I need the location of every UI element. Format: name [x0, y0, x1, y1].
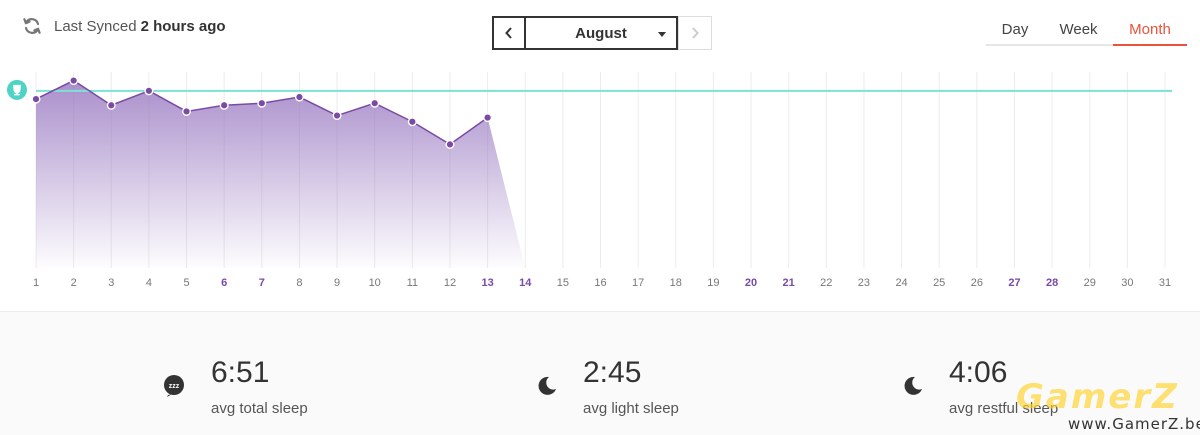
x-tick-label: 20: [745, 277, 757, 289]
data-point: [445, 139, 455, 149]
x-tick-label: 22: [820, 277, 832, 289]
data-point: [483, 113, 493, 123]
chevron-right-icon: [692, 27, 699, 39]
x-tick-label: 8: [296, 277, 302, 289]
watermark-url: www.GamerZ.be: [1068, 415, 1200, 433]
x-tick-label: 1: [33, 277, 39, 289]
x-tick-label: 30: [1121, 277, 1133, 289]
zzz-icon: zzz: [164, 375, 184, 397]
x-tick-label: 19: [707, 277, 719, 289]
caret-down-icon: [658, 32, 666, 37]
data-point: [370, 98, 380, 108]
x-tick-label: 10: [369, 277, 381, 289]
previous-month-button[interactable]: [492, 16, 526, 50]
data-point: [106, 100, 116, 110]
moon-icon: [538, 376, 556, 395]
sync-label: Last Synced: [54, 17, 137, 35]
svg-text:zzz: zzz: [169, 383, 180, 390]
x-tick-label: 17: [632, 277, 644, 289]
data-point: [219, 100, 229, 110]
x-tick-label: 31: [1159, 277, 1171, 289]
x-tick-label: 3: [108, 277, 114, 289]
tab-week[interactable]: Week: [1044, 14, 1113, 46]
x-tick-label: 7: [259, 277, 265, 289]
data-point: [332, 111, 342, 121]
x-tick-label: 12: [444, 277, 456, 289]
trophy-icon: [7, 79, 27, 100]
x-tick-label: 14: [519, 277, 532, 289]
data-point: [407, 117, 417, 127]
x-tick-label: 24: [895, 277, 907, 289]
stat-caption: avg total sleep: [211, 400, 308, 417]
x-tick-label: 9: [334, 277, 340, 289]
stat-value: 6:51: [211, 356, 270, 389]
x-tick-label: 15: [557, 277, 569, 289]
x-tick-label: 2: [71, 277, 77, 289]
stat-caption: avg light sleep: [583, 400, 679, 417]
x-tick-label: 13: [481, 277, 493, 289]
data-point: [69, 76, 79, 86]
x-tick-label: 5: [183, 277, 189, 289]
month-select[interactable]: August: [526, 16, 678, 50]
stat-value: 2:45: [583, 356, 642, 389]
tab-month[interactable]: Month: [1113, 14, 1187, 46]
x-tick-label: 21: [783, 277, 795, 289]
x-tick-label: 6: [221, 277, 227, 289]
chevron-left-icon: [505, 27, 512, 39]
data-point: [257, 98, 267, 108]
x-tick-label: 16: [594, 277, 606, 289]
sync-status: Last Synced 2 hours ago: [22, 16, 226, 36]
x-tick-label: 26: [971, 277, 983, 289]
stat-value: 4:06: [949, 356, 1008, 389]
x-tick-label: 28: [1046, 277, 1058, 289]
tab-day[interactable]: Day: [986, 14, 1044, 46]
moon-icon: [904, 376, 922, 395]
sync-icon[interactable]: [22, 16, 42, 36]
x-tick-label: 27: [1008, 277, 1020, 289]
sync-time: 2 hours ago: [140, 17, 226, 35]
watermark-logo: GamerZ: [1016, 377, 1179, 417]
data-point: [182, 106, 192, 116]
month-select-value: August: [575, 24, 627, 42]
x-tick-label: 25: [933, 277, 945, 289]
month-navigator: August: [492, 16, 712, 50]
x-tick-label: 11: [407, 277, 418, 289]
data-point: [31, 94, 41, 104]
sleep-chart: 1 2 3 4 5 6 7 8 9 10 11 12 13 14 15 16 17 18 19 20 21 22 23 24 2…: [7, 72, 1172, 289]
x-tick-label: 18: [670, 277, 682, 289]
top-bar: Last Synced 2 hours ago August Day Week …: [0, 0, 1200, 62]
data-point: [144, 86, 154, 96]
next-month-button[interactable]: [678, 16, 712, 50]
x-tick-label: 23: [858, 277, 870, 289]
x-tick-label: 29: [1084, 277, 1096, 289]
x-tick-label: 4: [146, 277, 152, 289]
range-tabs: Day Week Month: [986, 14, 1187, 46]
data-point: [294, 92, 304, 102]
